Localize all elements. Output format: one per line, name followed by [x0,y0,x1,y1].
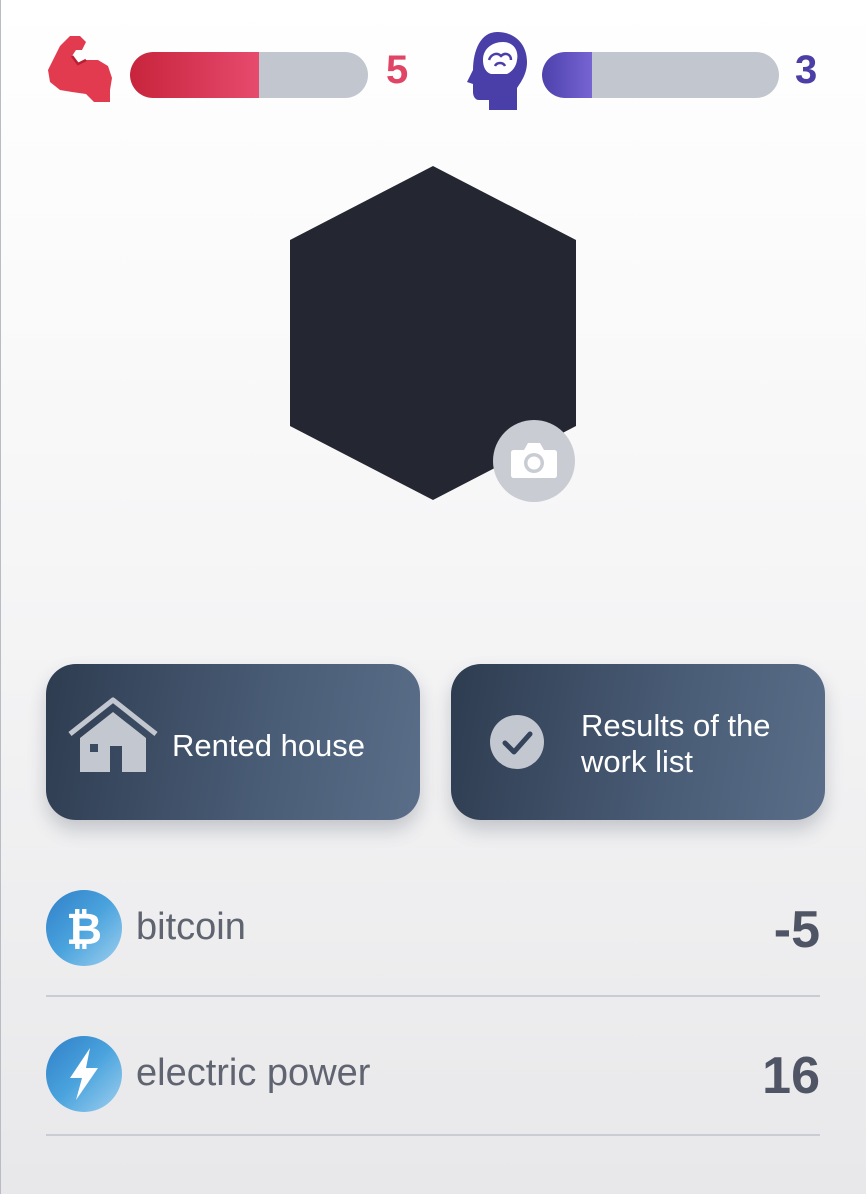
checkmark-circle-icon [490,715,544,769]
resource-row-electric-power: electric power 16 [46,1020,820,1130]
intellect-stat: 3 [465,30,845,120]
camera-icon [511,443,557,478]
strength-value: 5 [386,48,409,92]
resource-row-bitcoin: ₿ bitcoin -5 [46,874,820,984]
flexed-arm-icon [48,36,112,102]
lightning-icon [46,1036,122,1112]
resource-name: electric power [136,1052,371,1094]
resource-value: 16 [762,1047,820,1105]
strength-stat: 5 [40,30,430,120]
rented-house-button[interactable]: Rented house [46,664,420,820]
resource-name: bitcoin [136,906,246,948]
rented-house-label: Rented house [172,728,366,763]
strength-bar [130,52,368,98]
svg-text:₿: ₿ [66,904,102,955]
intellect-value: 3 [795,48,818,92]
head-brain-icon [467,32,527,110]
screen-edge [0,0,1,1194]
bitcoin-icon: ₿ [46,890,122,966]
results-work-list-label: Results of the work list [581,708,771,779]
intellect-bar-fill [542,52,592,98]
resource-value: -5 [773,901,820,959]
camera-button[interactable] [493,420,575,502]
intellect-bar [542,52,779,98]
results-work-list-button[interactable]: Results of the work list [451,664,825,820]
house-icon [68,697,158,772]
divider [46,1134,820,1136]
divider [46,995,820,997]
strength-bar-fill [130,52,259,98]
